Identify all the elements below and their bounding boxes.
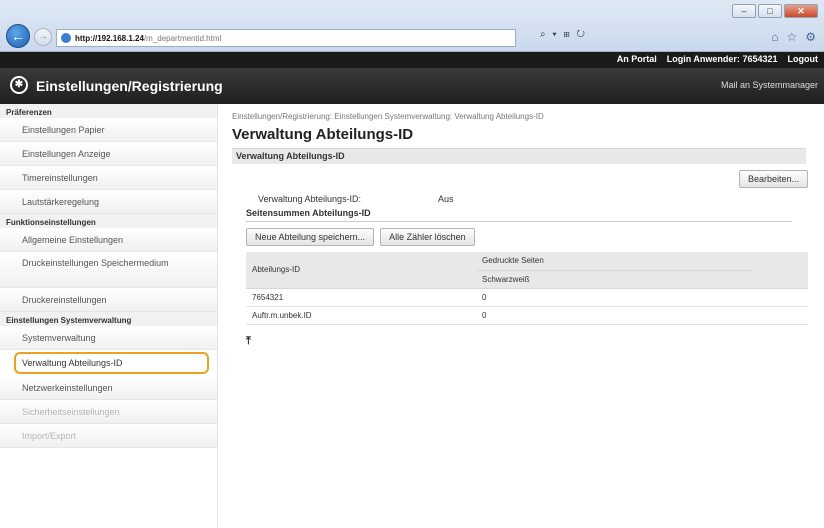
page-favicon-icon <box>61 33 71 43</box>
section-header: Verwaltung Abteilungs-ID <box>232 148 806 164</box>
logout-link[interactable]: Logout <box>788 54 819 64</box>
column-header-department-id: Abteilungs-ID <box>246 252 476 289</box>
top-bar-right: An Portal Login Anwender: 7654321 Logout <box>617 54 818 64</box>
sidebar-item-network-settings[interactable]: Netzwerkeinstellungen <box>0 376 217 400</box>
sidebar-item-print-media-settings[interactable]: Druckeinstellungen Speichermedium <box>0 252 217 288</box>
gear-icon[interactable]: ⚙ <box>805 30 816 44</box>
page-header-title: Einstellungen/Registrierung <box>36 78 223 94</box>
login-id: 7654321 <box>742 54 778 64</box>
sidebar-section-function-settings: Funktionseinstellungen <box>0 214 217 228</box>
department-id-status: Verwaltung Abteilungs-ID: Aus <box>232 192 808 208</box>
login-label: Login Anwender: 7654321 <box>667 54 778 64</box>
window-controls: – □ ✕ <box>732 4 818 18</box>
sidebar-item-general-settings[interactable]: Allgemeine Einstellungen <box>0 228 217 252</box>
back-button[interactable]: ← <box>6 24 30 48</box>
column-header-black-white: Schwarzweiß <box>476 269 752 289</box>
sidebar-item-timer-settings[interactable]: Timereinstellungen <box>0 166 217 190</box>
status-label: Verwaltung Abteilungs-ID: <box>258 194 362 204</box>
home-icon[interactable]: ⌂ <box>771 30 778 44</box>
back-to-top-icon[interactable]: ⤒ <box>246 335 808 348</box>
department-id-cell: 7654321 <box>246 288 476 307</box>
save-new-department-button[interactable]: Neue Abteilung speichern... <box>246 228 375 246</box>
page-totals-table: Abteilungs-ID Gedruckte Seiten Schwarzwe… <box>246 252 808 325</box>
sidebar-item-system-management[interactable]: Systemverwaltung <box>0 326 217 350</box>
address-bar[interactable]: http://192.168.1.24/m_departmentid.html <box>56 29 516 47</box>
login-label-text: Login Anwender: <box>666 54 740 64</box>
sidebar-item-paper-settings[interactable]: Einstellungen Papier <box>0 118 217 142</box>
subsection-title: Seitensummen Abteilungs-ID <box>246 208 792 222</box>
clear-all-counters-button[interactable]: Alle Zähler löschen <box>380 228 475 246</box>
mail-to-system-manager-link[interactable]: Mail an Systemmanager <box>721 80 818 90</box>
department-id-cell: Auftr.m.unbek.ID <box>246 306 476 325</box>
star-icon[interactable]: ☆ <box>786 30 797 44</box>
main-content: Einstellungen/Registrierung: Einstellung… <box>232 112 808 348</box>
maximize-button[interactable]: □ <box>758 4 782 18</box>
minimize-button[interactable]: – <box>732 4 756 18</box>
settings-gear-icon: ✱ <box>10 76 28 94</box>
page-count-cell: 0 <box>476 288 752 307</box>
portal-link[interactable]: An Portal <box>617 54 657 64</box>
top-bar: An Portal Login Anwender: 7654321 Logout <box>0 52 824 68</box>
sidebar-section-preferences: Präferenzen <box>0 104 217 118</box>
title-bar: ✱ Einstellungen/Registrierung Mail an Sy… <box>0 68 824 104</box>
table-row: 7654321 0 <box>246 288 808 307</box>
page-count-cell: 0 <box>476 306 752 325</box>
sidebar-item-security-settings[interactable]: Sicherheitseinstellungen <box>0 400 217 424</box>
status-value: Aus <box>438 194 454 204</box>
url-host: http://192.168.1.24 <box>75 33 144 43</box>
table-row: Auftr.m.unbek.ID 0 <box>246 306 808 325</box>
column-header-printed-pages: Gedruckte Seiten <box>476 252 752 271</box>
close-button[interactable]: ✕ <box>784 4 818 18</box>
column-header-spacer <box>752 252 808 289</box>
page-title: Verwaltung Abteilungs-ID <box>232 126 414 143</box>
sidebar-item-department-id-management[interactable]: Verwaltung Abteilungs-ID <box>14 352 209 374</box>
empty-cell <box>752 306 808 325</box>
sidebar-item-printer-settings[interactable]: Druckereinstellungen <box>0 288 217 312</box>
browser-toolbar-icons: ⌂ ☆ ⚙ <box>771 30 816 44</box>
sidebar: Präferenzen Einstellungen Papier Einstel… <box>0 104 218 528</box>
forward-button[interactable]: → <box>34 28 52 46</box>
sidebar-item-import-export[interactable]: Import/Export <box>0 424 217 448</box>
edit-row: Bearbeiten... <box>232 164 808 192</box>
browser-chrome: – □ ✕ ← → http://192.168.1.24/m_departme… <box>0 0 824 52</box>
action-buttons: Neue Abteilung speichern... Alle Zähler … <box>246 228 808 252</box>
address-tools[interactable]: ⌕ ▾ ⊞ ↻ <box>540 29 587 40</box>
breadcrumb: Einstellungen/Registrierung: Einstellung… <box>232 112 544 121</box>
edit-button[interactable]: Bearbeiten... <box>738 170 808 188</box>
sidebar-section-system-management: Einstellungen Systemverwaltung <box>0 312 217 326</box>
url-path: /m_departmentid.html <box>143 33 222 43</box>
sidebar-item-display-settings[interactable]: Einstellungen Anzeige <box>0 142 217 166</box>
empty-cell <box>752 288 808 307</box>
sidebar-item-volume-control[interactable]: Lautstärkeregelung <box>0 190 217 214</box>
